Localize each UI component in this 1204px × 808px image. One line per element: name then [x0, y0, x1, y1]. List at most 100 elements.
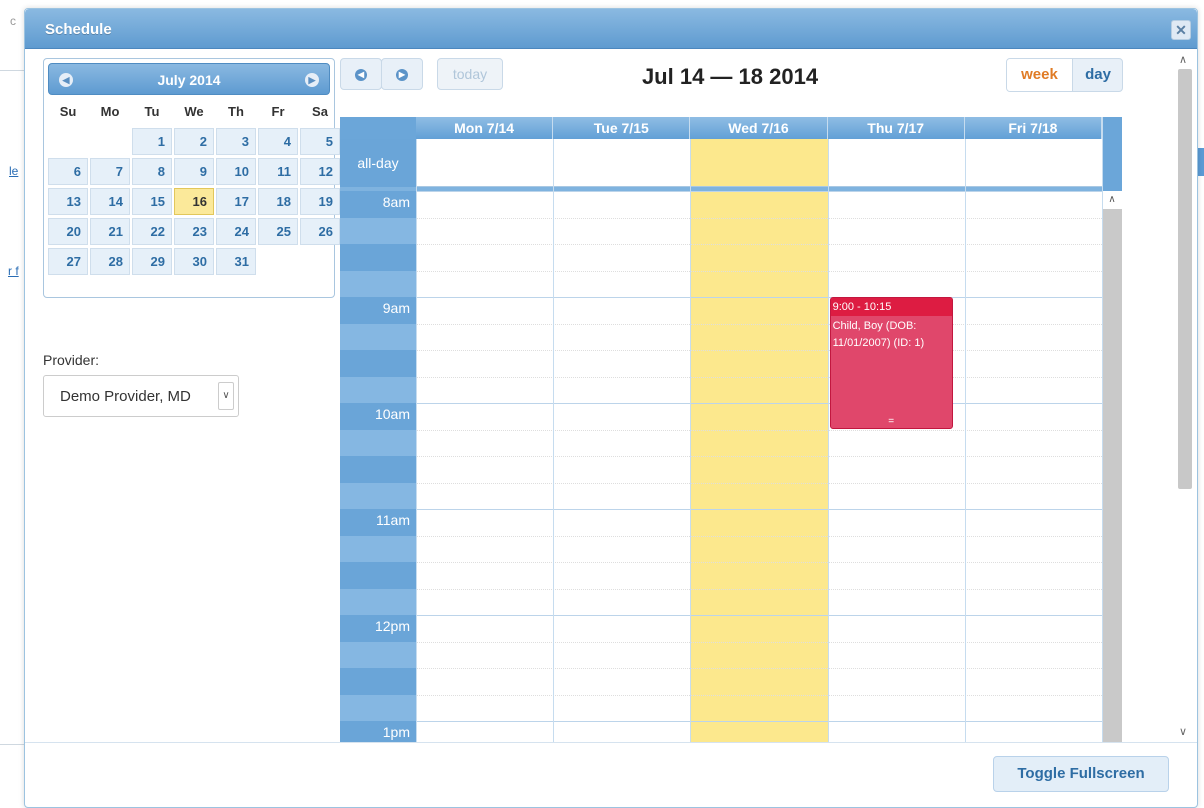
- hour-label: 12pm: [374, 618, 410, 634]
- time-slot-row: [340, 244, 1102, 271]
- dialog-scrollbar[interactable]: ∧ ∨: [1173, 49, 1197, 742]
- toggle-fullscreen-button[interactable]: Toggle Fullscreen: [993, 756, 1169, 792]
- day-cell[interactable]: 3: [216, 128, 256, 155]
- day-cell[interactable]: 7: [90, 158, 130, 185]
- time-axis-cell: [340, 456, 416, 483]
- day-cell[interactable]: 18: [258, 188, 298, 215]
- day-cell[interactable]: 15: [132, 188, 172, 215]
- day-cell[interactable]: 27: [48, 248, 88, 275]
- slot-line: [416, 270, 1102, 272]
- day-column-divider: [1102, 139, 1103, 742]
- chevron-right-icon: ▶: [396, 69, 408, 82]
- prev-week-button[interactable]: ◀: [340, 58, 382, 90]
- time-grid-scrollbar[interactable]: ∧: [1102, 191, 1122, 742]
- time-slot-row: [340, 482, 1102, 509]
- event-time: 9:00 - 10:15: [830, 298, 952, 316]
- scroll-up-icon[interactable]: ∧: [1179, 53, 1187, 66]
- day-cell[interactable]: 6: [48, 158, 88, 185]
- time-slot-row: [340, 535, 1102, 562]
- slot-line: [416, 721, 1102, 722]
- day-cell[interactable]: 23: [174, 218, 214, 245]
- slot-line: [416, 217, 1102, 219]
- day-cell[interactable]: 25: [258, 218, 298, 245]
- day-cell[interactable]: 19: [300, 188, 340, 215]
- scroll-down-icon[interactable]: ∨: [1179, 725, 1187, 738]
- day-cell[interactable]: 8: [132, 158, 172, 185]
- today-button[interactable]: today: [437, 58, 503, 90]
- time-axis-cell: [340, 217, 416, 244]
- time-axis-cell: [340, 376, 416, 403]
- day-cell[interactable]: 24: [216, 218, 256, 245]
- slot-line: [416, 191, 1102, 192]
- next-week-button[interactable]: ▶: [381, 58, 423, 90]
- weekday-header: Th: [228, 104, 244, 119]
- mini-calendar-grid: Su Mo Tu We Th Fr Sa 1 2 3 4 5 6 7 8 9 10 11 12 13 14 15 16 17 1…: [48, 98, 340, 278]
- allday-row[interactable]: [416, 139, 1102, 187]
- time-grid[interactable]: 8am 9am 10am 11am 12pm 1pm 9:00 - 10:15 Child, …: [340, 191, 1102, 742]
- calendar-event[interactable]: 9:00 - 10:15 Child, Boy (DOB: 11/01/2007)…: [829, 297, 953, 429]
- day-cell[interactable]: 2: [174, 128, 214, 155]
- day-cell[interactable]: 29: [132, 248, 172, 275]
- close-icon[interactable]: ✕: [1171, 20, 1191, 40]
- day-cell[interactable]: 9: [174, 158, 214, 185]
- hour-label: 11am: [376, 512, 410, 528]
- event-resize-handle[interactable]: =: [831, 416, 952, 426]
- time-axis-cell: [340, 535, 416, 562]
- weekday-header: We: [184, 104, 204, 119]
- day-cell[interactable]: 22: [132, 218, 172, 245]
- day-cell[interactable]: 1: [132, 128, 172, 155]
- weekday-header: Su: [59, 104, 77, 119]
- time-slot-row: [340, 270, 1102, 297]
- event-title: Child, Boy (DOB: 11/01/2007) (ID: 1): [832, 320, 925, 349]
- day-cell[interactable]: 13: [48, 188, 88, 215]
- day-cell[interactable]: 28: [90, 248, 130, 275]
- slot-line: [416, 668, 1102, 669]
- day-cell[interactable]: 20: [48, 218, 88, 245]
- scrollbar-thumb[interactable]: [1178, 69, 1192, 489]
- mini-calendar-header: ◀ July 2014 ▶: [48, 63, 330, 95]
- day-cell[interactable]: 14: [90, 188, 130, 215]
- time-axis-cell: [340, 244, 416, 271]
- time-slot-row: [340, 297, 1102, 324]
- scroll-up-icon[interactable]: ∧: [1102, 191, 1122, 209]
- day-column-divider: [553, 139, 555, 742]
- chevron-down-icon[interactable]: ∨: [218, 382, 234, 410]
- time-axis-cell: [340, 562, 416, 589]
- time-axis-cell: [340, 694, 416, 721]
- slot-line: [416, 615, 1102, 616]
- background-link[interactable]: le: [9, 164, 18, 178]
- time-slot-row: [340, 615, 1102, 642]
- day-cell[interactable]: 31: [216, 248, 256, 275]
- day-cell[interactable]: 17: [216, 188, 256, 215]
- view-switcher: week day: [1006, 58, 1123, 92]
- calendar-range-title: Jul 14 — 18 2014: [641, 64, 819, 89]
- week-view-button[interactable]: week: [1007, 59, 1073, 91]
- background-link[interactable]: r f: [8, 264, 19, 278]
- day-view-button[interactable]: day: [1073, 59, 1122, 91]
- time-slot-row: [340, 641, 1102, 668]
- day-cell[interactable]: 21: [90, 218, 130, 245]
- day-cell[interactable]: 11: [258, 158, 298, 185]
- dialog-titlebar[interactable]: Schedule ✕: [25, 9, 1197, 49]
- hour-label: 8am: [382, 194, 410, 210]
- day-cell[interactable]: 10: [216, 158, 256, 185]
- slot-line: [416, 509, 1102, 510]
- provider-select[interactable]: Demo Provider, MD ∨: [43, 375, 239, 417]
- allday-label: all-day: [340, 139, 416, 187]
- time-slot-row: [340, 694, 1102, 721]
- day-cell[interactable]: 5: [300, 128, 340, 155]
- day-cell[interactable]: 4: [258, 128, 298, 155]
- time-axis-cell: [340, 641, 416, 668]
- slot-line: [416, 562, 1102, 563]
- axis-header: [340, 117, 416, 139]
- day-cell[interactable]: 26: [300, 218, 340, 245]
- day-cell[interactable]: 30: [174, 248, 214, 275]
- day-cell[interactable]: 12: [300, 158, 340, 185]
- week-grid: Mon 7/14 Tue 7/15 Wed 7/16 Thu 7/17 Fri 7/18…: [340, 117, 1122, 742]
- mini-calendar-month: July 2014: [157, 72, 221, 88]
- time-slot-row: [340, 562, 1102, 589]
- day-cell-selected[interactable]: 16: [174, 188, 214, 215]
- background-text: c: [10, 14, 16, 28]
- chevron-right-icon[interactable]: ▶: [305, 73, 319, 87]
- provider-label: Provider:: [43, 352, 100, 368]
